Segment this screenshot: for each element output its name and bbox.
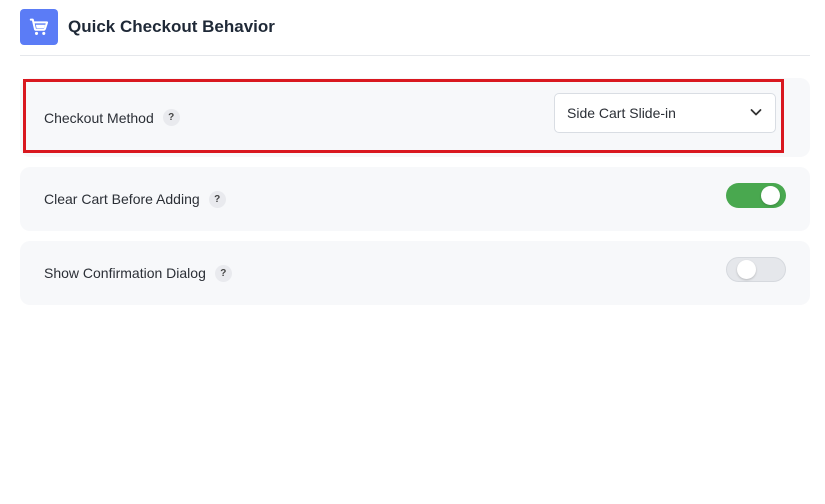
checkout-method-label: Checkout Method <box>44 109 154 126</box>
setting-label-group: Show Confirmation Dialog ? <box>44 264 232 282</box>
clear-cart-toggle[interactable] <box>726 182 786 208</box>
cart-icon <box>20 8 58 45</box>
section-header: Quick Checkout Behavior <box>20 8 810 56</box>
clear-cart-label: Clear Cart Before Adding <box>44 191 200 207</box>
help-icon[interactable]: ? <box>214 264 232 282</box>
toggle-knob <box>761 185 780 205</box>
toggle-knob <box>737 259 756 279</box>
setting-row-confirmation-dialog: Show Confirmation Dialog ? <box>20 241 810 305</box>
checkout-method-selected-value: Side Cart Slide-in <box>567 105 676 121</box>
chevron-down-icon <box>749 105 763 122</box>
setting-label-group: Checkout Method ? <box>44 109 180 126</box>
checkout-method-select[interactable]: Side Cart Slide-in <box>554 93 776 133</box>
settings-page: Quick Checkout Behavior Checkout Method … <box>0 0 825 504</box>
confirmation-dialog-toggle[interactable] <box>726 256 786 282</box>
confirmation-dialog-label: Show Confirmation Dialog <box>44 265 206 281</box>
page-title: Quick Checkout Behavior <box>68 16 275 36</box>
setting-label-group: Clear Cart Before Adding ? <box>44 190 226 208</box>
setting-row-clear-cart: Clear Cart Before Adding ? <box>20 167 810 231</box>
help-icon[interactable]: ? <box>208 190 226 208</box>
help-icon[interactable]: ? <box>162 109 180 126</box>
